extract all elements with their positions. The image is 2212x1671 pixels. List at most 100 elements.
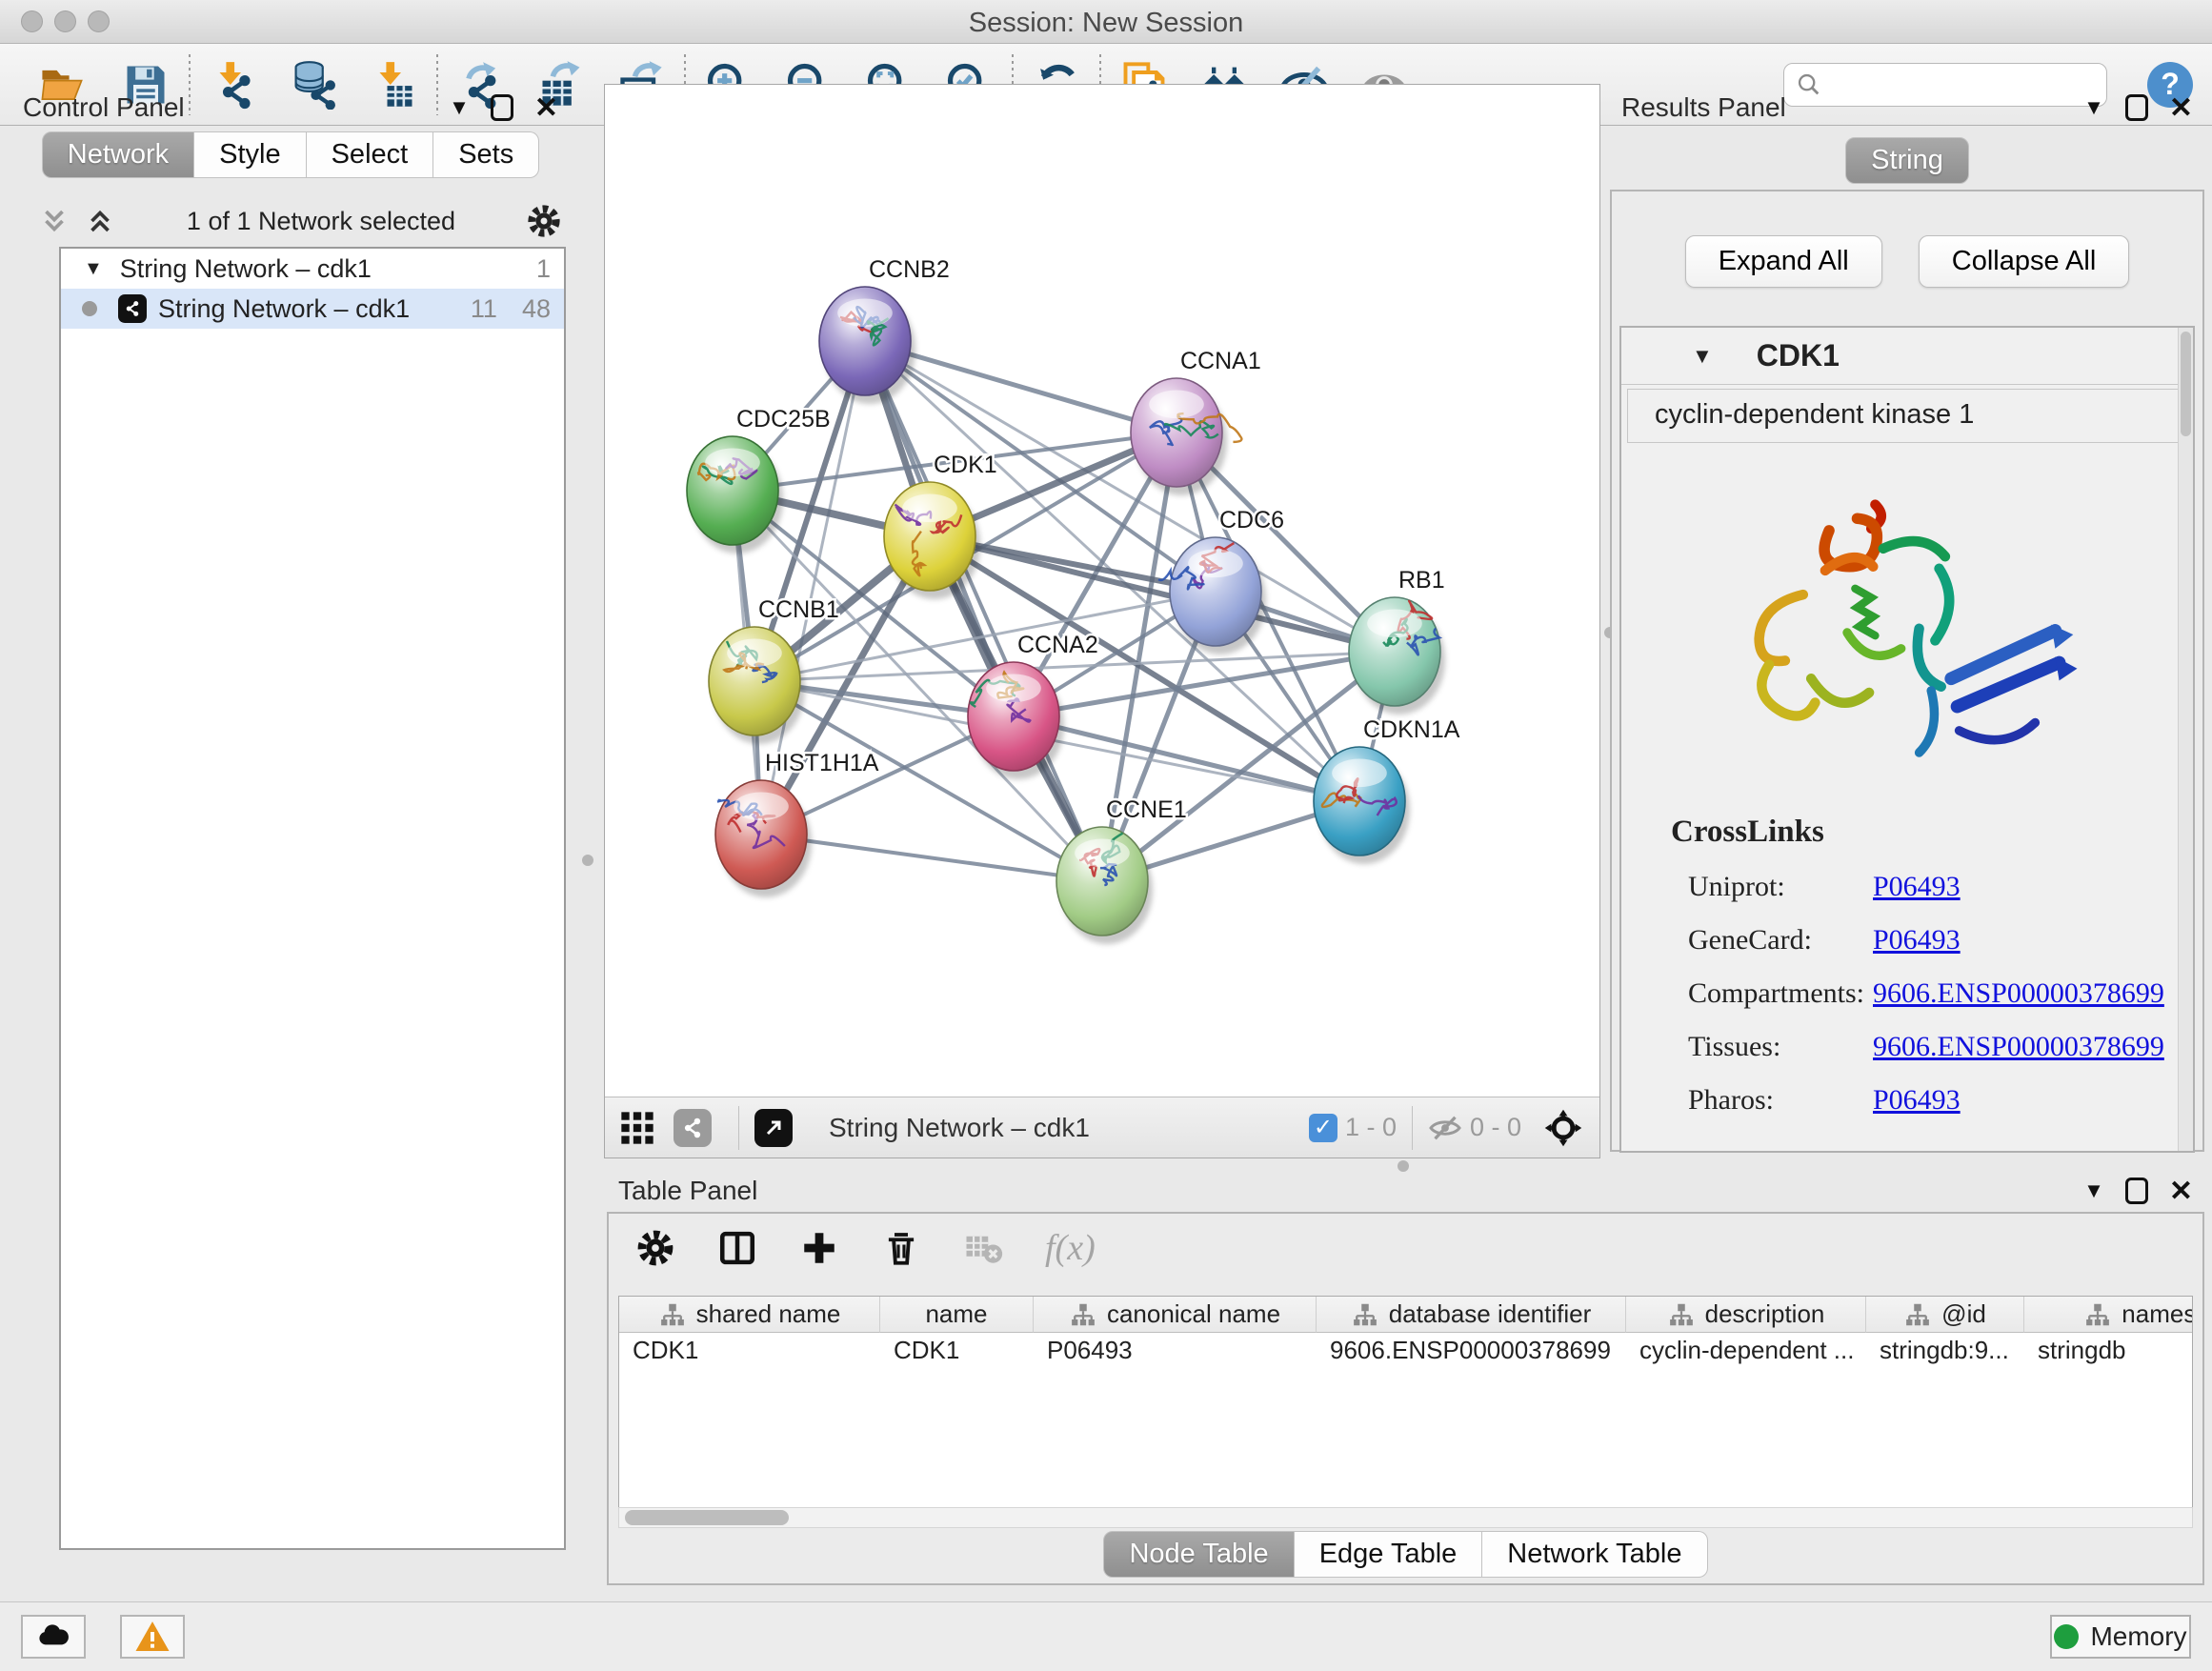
- table-cell[interactable]: CDK1: [619, 1333, 880, 1369]
- network-edge[interactable]: [761, 835, 1102, 881]
- crosslink-value-link[interactable]: P06493: [1873, 871, 1961, 903]
- node-label: RB1: [1398, 567, 1445, 594]
- collapse-all-icon[interactable]: [38, 205, 70, 237]
- network-badge-icon[interactable]: [674, 1109, 712, 1147]
- tab-select[interactable]: Select: [307, 131, 434, 178]
- crosslink-row: Tissues:9606.ENSP00000378699: [1671, 1031, 2193, 1063]
- table-panel-title: Table Panel: [618, 1176, 757, 1206]
- tab-network[interactable]: Network: [42, 131, 194, 178]
- memory-button[interactable]: Memory: [2050, 1615, 2191, 1659]
- add-column-icon[interactable]: [799, 1228, 839, 1268]
- tab-edge-table[interactable]: Edge Table: [1295, 1531, 1483, 1578]
- node-label: CDK1: [934, 452, 997, 478]
- collection-count: 1: [536, 254, 551, 284]
- node-label: CCNA2: [1017, 632, 1098, 658]
- shared-column-icon: [1069, 1300, 1097, 1329]
- results-scrollbar[interactable]: [2178, 328, 2193, 1151]
- network-label: String Network – cdk1: [158, 294, 471, 324]
- network-collection-row[interactable]: ▼ String Network – cdk1 1: [61, 249, 564, 289]
- crosslink-value-link[interactable]: 9606.ENSP00000378699: [1873, 977, 2164, 1010]
- column-header[interactable]: name: [880, 1297, 1034, 1333]
- network-view: CCNB2CCNA1CDC25BCDK1CDC6RB1CCNB1CCNA2CDK…: [604, 84, 1600, 1158]
- column-header[interactable]: canonical name: [1034, 1297, 1317, 1333]
- column-header-label: name: [925, 1299, 987, 1329]
- column-header-label: description: [1705, 1299, 1825, 1329]
- delete-table-icon: [963, 1228, 1003, 1268]
- warnings-button[interactable]: [120, 1615, 185, 1659]
- column-header[interactable]: @id: [1866, 1297, 2024, 1333]
- section-collapse-icon[interactable]: ▼: [1692, 344, 1713, 369]
- table-cell[interactable]: stringdb: [2024, 1333, 2193, 1369]
- warning-icon: [133, 1618, 171, 1656]
- cloud-icon: [34, 1618, 72, 1656]
- string-network-icon: [118, 294, 147, 323]
- column-header[interactable]: shared name: [619, 1297, 880, 1333]
- results-panel: Results Panel ▼ ✕ String Expand All Coll…: [1610, 88, 2204, 1155]
- edge-count: 48: [522, 294, 551, 324]
- tree-expand-icon[interactable]: ▼: [84, 258, 103, 280]
- float-panel-icon[interactable]: [2125, 1178, 2148, 1204]
- table-cell[interactable]: cyclin-dependent ...: [1626, 1333, 1866, 1369]
- detach-view-icon[interactable]: [754, 1109, 793, 1147]
- network-edge[interactable]: [1014, 716, 1359, 801]
- column-header[interactable]: description: [1626, 1297, 1866, 1333]
- show-columns-icon[interactable]: [717, 1228, 757, 1268]
- cloud-button[interactable]: [21, 1615, 86, 1659]
- memory-label: Memory: [2090, 1621, 2186, 1652]
- crosslink-value-link[interactable]: P06493: [1873, 1084, 1961, 1117]
- tab-sets[interactable]: Sets: [433, 131, 539, 178]
- table-gear-icon[interactable]: [635, 1228, 675, 1268]
- column-header[interactable]: namespace: [2024, 1297, 2193, 1333]
- shared-column-icon: [1903, 1300, 1932, 1329]
- table-cell[interactable]: P06493: [1034, 1333, 1317, 1369]
- node-table[interactable]: shared name name canonical name database id…: [618, 1296, 2193, 1524]
- expand-all-icon[interactable]: [84, 205, 116, 237]
- close-panel-icon[interactable]: ✕: [2169, 1175, 2193, 1208]
- selected-checkbox-icon[interactable]: ✓: [1309, 1114, 1337, 1142]
- column-header[interactable]: database identifier: [1317, 1297, 1626, 1333]
- node-label: HIST1H1A: [765, 750, 879, 776]
- table-cell[interactable]: stringdb:9...: [1866, 1333, 2024, 1369]
- panel-menu-icon[interactable]: ▼: [449, 95, 470, 120]
- network-tree: ▼ String Network – cdk1 1 String Network…: [59, 247, 566, 1550]
- node-label: CCNB2: [869, 256, 950, 283]
- crosslink-value-link[interactable]: P06493: [1873, 924, 1961, 956]
- crosslink-value-link[interactable]: 9606.ENSP00000378699: [1873, 1031, 2164, 1063]
- panel-menu-icon[interactable]: ▼: [2083, 1178, 2104, 1203]
- title-bar: Session: New Session: [0, 0, 2212, 44]
- toolbar-divider: [738, 1106, 739, 1150]
- crosslink-row: Pharos:P06493: [1671, 1084, 2193, 1117]
- network-graph[interactable]: CCNB2CCNA1CDC25BCDK1CDC6RB1CCNB1CCNA2CDK…: [605, 85, 1599, 1095]
- gene-section-header[interactable]: ▼ CDK1: [1621, 328, 2193, 385]
- close-panel-icon[interactable]: ✕: [534, 91, 558, 125]
- network-edge[interactable]: [865, 341, 1102, 881]
- node-label: CCNA1: [1180, 348, 1261, 374]
- grid-view-icon[interactable]: [618, 1109, 656, 1147]
- close-panel-icon[interactable]: ✕: [2169, 91, 2193, 125]
- node-label: CDC6: [1219, 507, 1284, 534]
- column-header-label: database identifier: [1389, 1299, 1591, 1329]
- table-panel: Table Panel ▼ ✕ f(x) shared namenamecano…: [607, 1170, 2204, 1601]
- table-row[interactable]: CDK1CDK1P064939606.ENSP00000378699cyclin…: [619, 1333, 2192, 1369]
- birdseye-crosshair-icon[interactable]: [1542, 1107, 1584, 1149]
- gear-icon[interactable]: [526, 203, 562, 239]
- crosslinks-section: CrossLinks Uniprot:P06493GeneCard:P06493…: [1621, 790, 2193, 1117]
- table-cell[interactable]: CDK1: [880, 1333, 1034, 1369]
- tab-style[interactable]: Style: [194, 131, 306, 178]
- node-label: CCNE1: [1106, 796, 1187, 823]
- shared-column-icon: [658, 1300, 687, 1329]
- delete-column-icon[interactable]: [881, 1228, 921, 1268]
- expand-all-button[interactable]: Expand All: [1685, 235, 1882, 288]
- table-cell[interactable]: 9606.ENSP00000378699: [1317, 1333, 1626, 1369]
- tab-network-table[interactable]: Network Table: [1482, 1531, 1707, 1578]
- float-panel-icon[interactable]: [2125, 94, 2148, 121]
- tab-string[interactable]: String: [1845, 137, 1969, 184]
- table-hscrollbar[interactable]: [618, 1507, 2193, 1528]
- collapse-all-button[interactable]: Collapse All: [1919, 235, 2130, 288]
- crosslink-row: Uniprot:P06493: [1671, 871, 2193, 903]
- left-splitter-handle[interactable]: [582, 855, 593, 866]
- float-panel-icon[interactable]: [491, 94, 513, 121]
- tab-node-table[interactable]: Node Table: [1103, 1531, 1294, 1578]
- network-row[interactable]: String Network – cdk1 11 48: [61, 289, 564, 329]
- panel-menu-icon[interactable]: ▼: [2083, 95, 2104, 120]
